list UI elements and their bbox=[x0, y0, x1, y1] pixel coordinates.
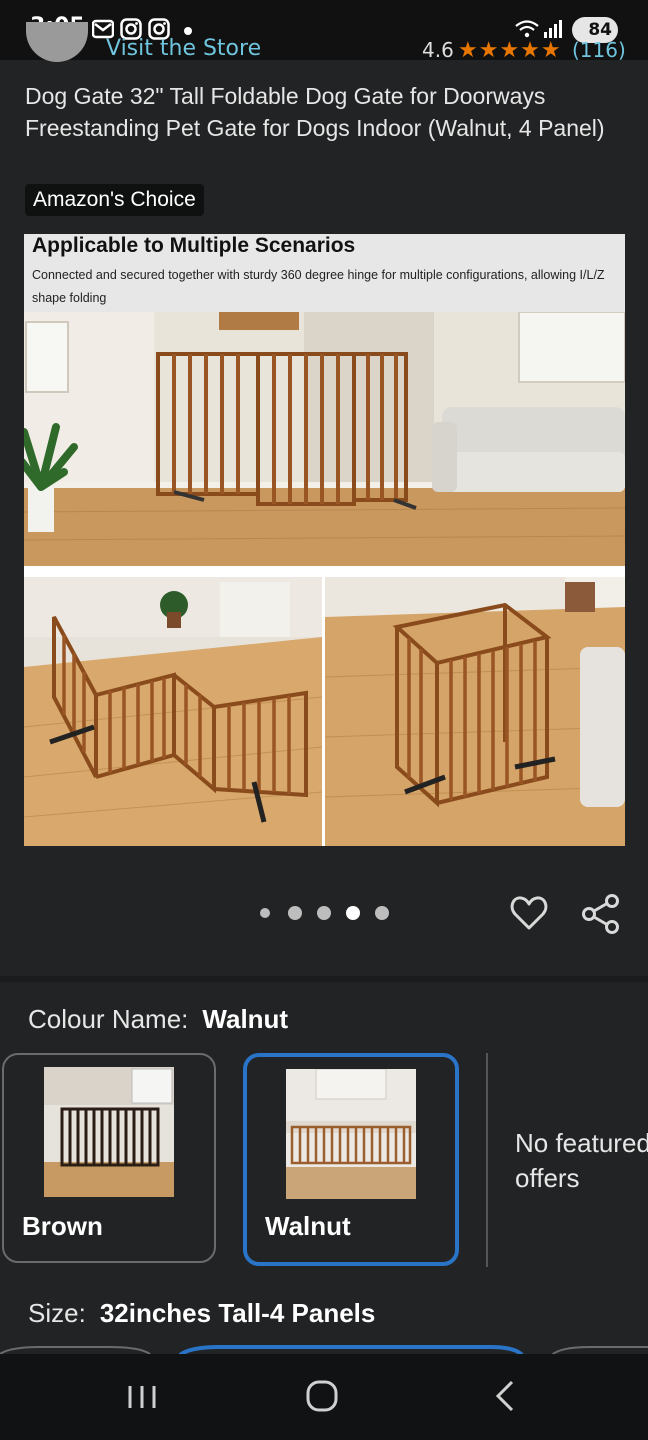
swatch-separator bbox=[486, 1053, 488, 1267]
product-title: Dog Gate 32" Tall Foldable Dog Gate for … bbox=[25, 83, 605, 141]
colour-option-brown[interactable]: Brown bbox=[2, 1053, 216, 1263]
colour-name-row: Colour Name: Walnut bbox=[28, 1004, 288, 1035]
recent-apps-icon[interactable] bbox=[112, 1374, 172, 1418]
heart-icon[interactable] bbox=[509, 893, 549, 933]
share-icon[interactable] bbox=[580, 893, 622, 935]
system-nav-bar bbox=[0, 1354, 648, 1440]
size-row: Size: 32inches Tall-4 Panels bbox=[28, 1298, 375, 1329]
image-header: Applicable to Multiple Scenarios Connect… bbox=[24, 234, 625, 312]
home-icon[interactable] bbox=[292, 1374, 352, 1418]
carousel-dot-active[interactable] bbox=[346, 906, 360, 920]
rating-stars[interactable]: ★★★★★ bbox=[458, 32, 562, 60]
walnut-swatch-image bbox=[286, 1069, 416, 1199]
size-value: 32inches Tall-4 Panels bbox=[99, 1298, 376, 1328]
carousel-dot[interactable] bbox=[260, 908, 270, 918]
colour-option-label: Brown bbox=[22, 1211, 103, 1241]
back-icon[interactable] bbox=[476, 1374, 536, 1418]
no-featured-offers: No featured offers bbox=[515, 1126, 648, 1196]
amazons-choice-badge: Amazon's Choice bbox=[25, 184, 204, 216]
colour-name-label: Colour Name: bbox=[28, 1004, 189, 1034]
scene-box-shape bbox=[325, 577, 625, 846]
carousel-dot[interactable] bbox=[288, 906, 302, 920]
carousel-dot[interactable] bbox=[317, 906, 331, 920]
colour-option-walnut[interactable]: Walnut bbox=[243, 1053, 459, 1266]
brown-swatch-image bbox=[44, 1067, 174, 1197]
scene-z-shape bbox=[24, 577, 322, 846]
carousel-dot[interactable] bbox=[375, 906, 389, 920]
image-heading: Applicable to Multiple Scenarios bbox=[32, 234, 356, 257]
rating-value: 4.6 bbox=[422, 38, 454, 60]
colour-name-value: Walnut bbox=[202, 1004, 289, 1034]
section-divider bbox=[0, 976, 648, 982]
rating-count-link[interactable]: (116) bbox=[572, 30, 626, 60]
product-image[interactable]: Applicable to Multiple Scenarios Connect… bbox=[24, 234, 625, 846]
scene-i-shape bbox=[24, 312, 625, 566]
visit-store-link[interactable]: Visit the Store bbox=[106, 30, 261, 60]
no-featured-offers-text: No featured offers bbox=[515, 1128, 648, 1193]
size-label: Size: bbox=[28, 1298, 86, 1328]
image-subtext: Connected and secured together with stur… bbox=[32, 268, 605, 305]
colour-option-label: Walnut bbox=[265, 1211, 351, 1241]
